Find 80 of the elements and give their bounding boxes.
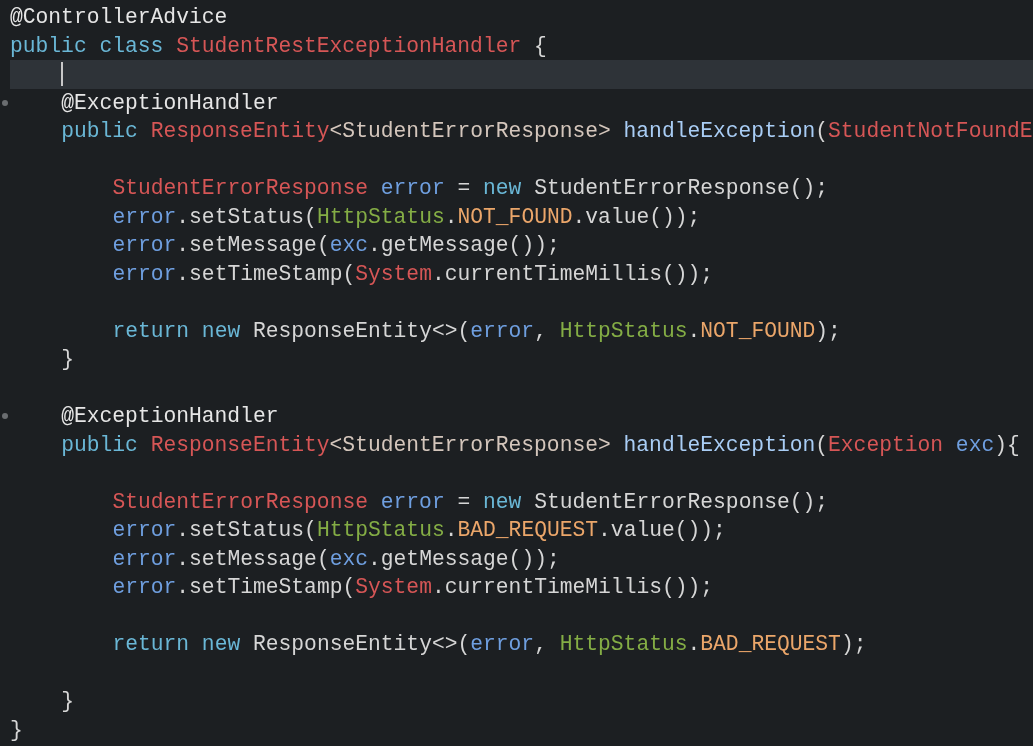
code-text: ( xyxy=(815,431,829,459)
code-text: error xyxy=(380,175,445,202)
code-text: <StudentErrorResponse> xyxy=(329,431,612,459)
code-text: exc xyxy=(329,232,368,259)
code-text: .setMessage( xyxy=(176,545,330,573)
code-text: public class xyxy=(10,32,165,60)
code-text: ){ xyxy=(994,431,1020,459)
code-text: return new xyxy=(112,317,241,345)
code-text: <StudentErrorResponse> xyxy=(329,118,612,145)
code-text: .setStatus( xyxy=(176,517,317,544)
code-text: , xyxy=(534,631,548,658)
code-text: , xyxy=(534,317,548,345)
code-text: .getMessage()); xyxy=(368,232,560,259)
code-text: } xyxy=(10,716,23,744)
code-text: Exception xyxy=(828,431,945,459)
code-text: .setMessage( xyxy=(176,232,330,259)
code-text: HttpStatus xyxy=(316,517,445,544)
code-text: HttpStatus xyxy=(559,317,688,345)
code-text: public xyxy=(61,431,139,459)
code-text: return new xyxy=(112,631,241,658)
code-text: . xyxy=(444,203,458,231)
code-text: StudentRestExceptionHandler xyxy=(176,32,522,60)
fold-marker-icon[interactable] xyxy=(2,99,8,106)
code-text: ResponseEntity xyxy=(150,431,330,459)
code-text: HttpStatus xyxy=(559,631,688,658)
fold-marker-icon[interactable] xyxy=(2,413,8,419)
code-text: .value()); xyxy=(598,517,726,544)
code-text: System xyxy=(355,574,432,601)
code-text: .setTimeStamp( xyxy=(176,574,356,601)
code-text: ResponseEntity<>( xyxy=(251,631,471,658)
code-text: .currentTimeMillis()); xyxy=(431,260,714,288)
code-text: handleException xyxy=(623,118,816,145)
code-text: error xyxy=(112,203,177,231)
code-text: ResponseEntity xyxy=(150,118,330,145)
code-text: StudentErrorResponse xyxy=(112,488,369,516)
code-text: error xyxy=(470,631,535,658)
code-text: error xyxy=(112,260,177,288)
code-text: .value()); xyxy=(572,203,701,231)
code-text: = xyxy=(456,488,472,516)
code-text: .getMessage()); xyxy=(368,545,560,573)
code-text: .setTimeStamp( xyxy=(176,260,356,288)
code-text: . xyxy=(687,317,701,345)
code-text: ( xyxy=(815,118,829,145)
code-text: System xyxy=(355,260,432,288)
code-text: HttpStatus xyxy=(316,203,445,231)
code-text: BAD_REQUEST xyxy=(700,631,841,658)
code-text: error xyxy=(112,574,177,601)
code-text: NOT_FOUND xyxy=(457,203,573,231)
code-text: new xyxy=(483,175,522,202)
code-text: error xyxy=(112,545,177,573)
code-text: public xyxy=(61,118,139,145)
code-text: NOT_FOUND xyxy=(700,317,816,345)
code-text: error xyxy=(380,488,445,516)
code-text: new xyxy=(483,488,522,516)
code-text: error xyxy=(112,232,177,259)
code-text: exc xyxy=(955,431,995,459)
code-text: } xyxy=(61,346,74,373)
code-text: StudentErrorResponse(); xyxy=(533,175,829,202)
code-text: exc xyxy=(329,545,368,573)
code-text: handleException xyxy=(623,431,816,459)
code-text: error xyxy=(112,517,177,544)
code-text: .currentTimeMillis()); xyxy=(431,574,714,601)
code-text: = xyxy=(456,175,472,202)
code-text: BAD_REQUEST xyxy=(457,517,599,544)
code-text: @ExceptionHandler xyxy=(61,403,279,430)
code-text: } xyxy=(61,688,74,715)
code-text: StudentErrorResponse(); xyxy=(533,488,829,516)
code-text: . xyxy=(444,517,458,544)
code-text: @ExceptionHandler xyxy=(61,89,279,117)
code-text: ); xyxy=(840,631,867,658)
code-text: error xyxy=(470,317,535,345)
code-text: { xyxy=(533,32,547,60)
code-text: ); xyxy=(815,317,841,345)
code-text: StudentErrorResponse xyxy=(112,175,369,202)
code-text: ResponseEntity<>( xyxy=(251,317,471,345)
code-text: @ControllerAdvice xyxy=(10,4,228,31)
text-cursor xyxy=(61,62,64,87)
code-text: . xyxy=(687,631,701,658)
code-text: StudentNotFoundE xyxy=(828,118,1033,145)
code-text: .setStatus( xyxy=(176,203,317,231)
